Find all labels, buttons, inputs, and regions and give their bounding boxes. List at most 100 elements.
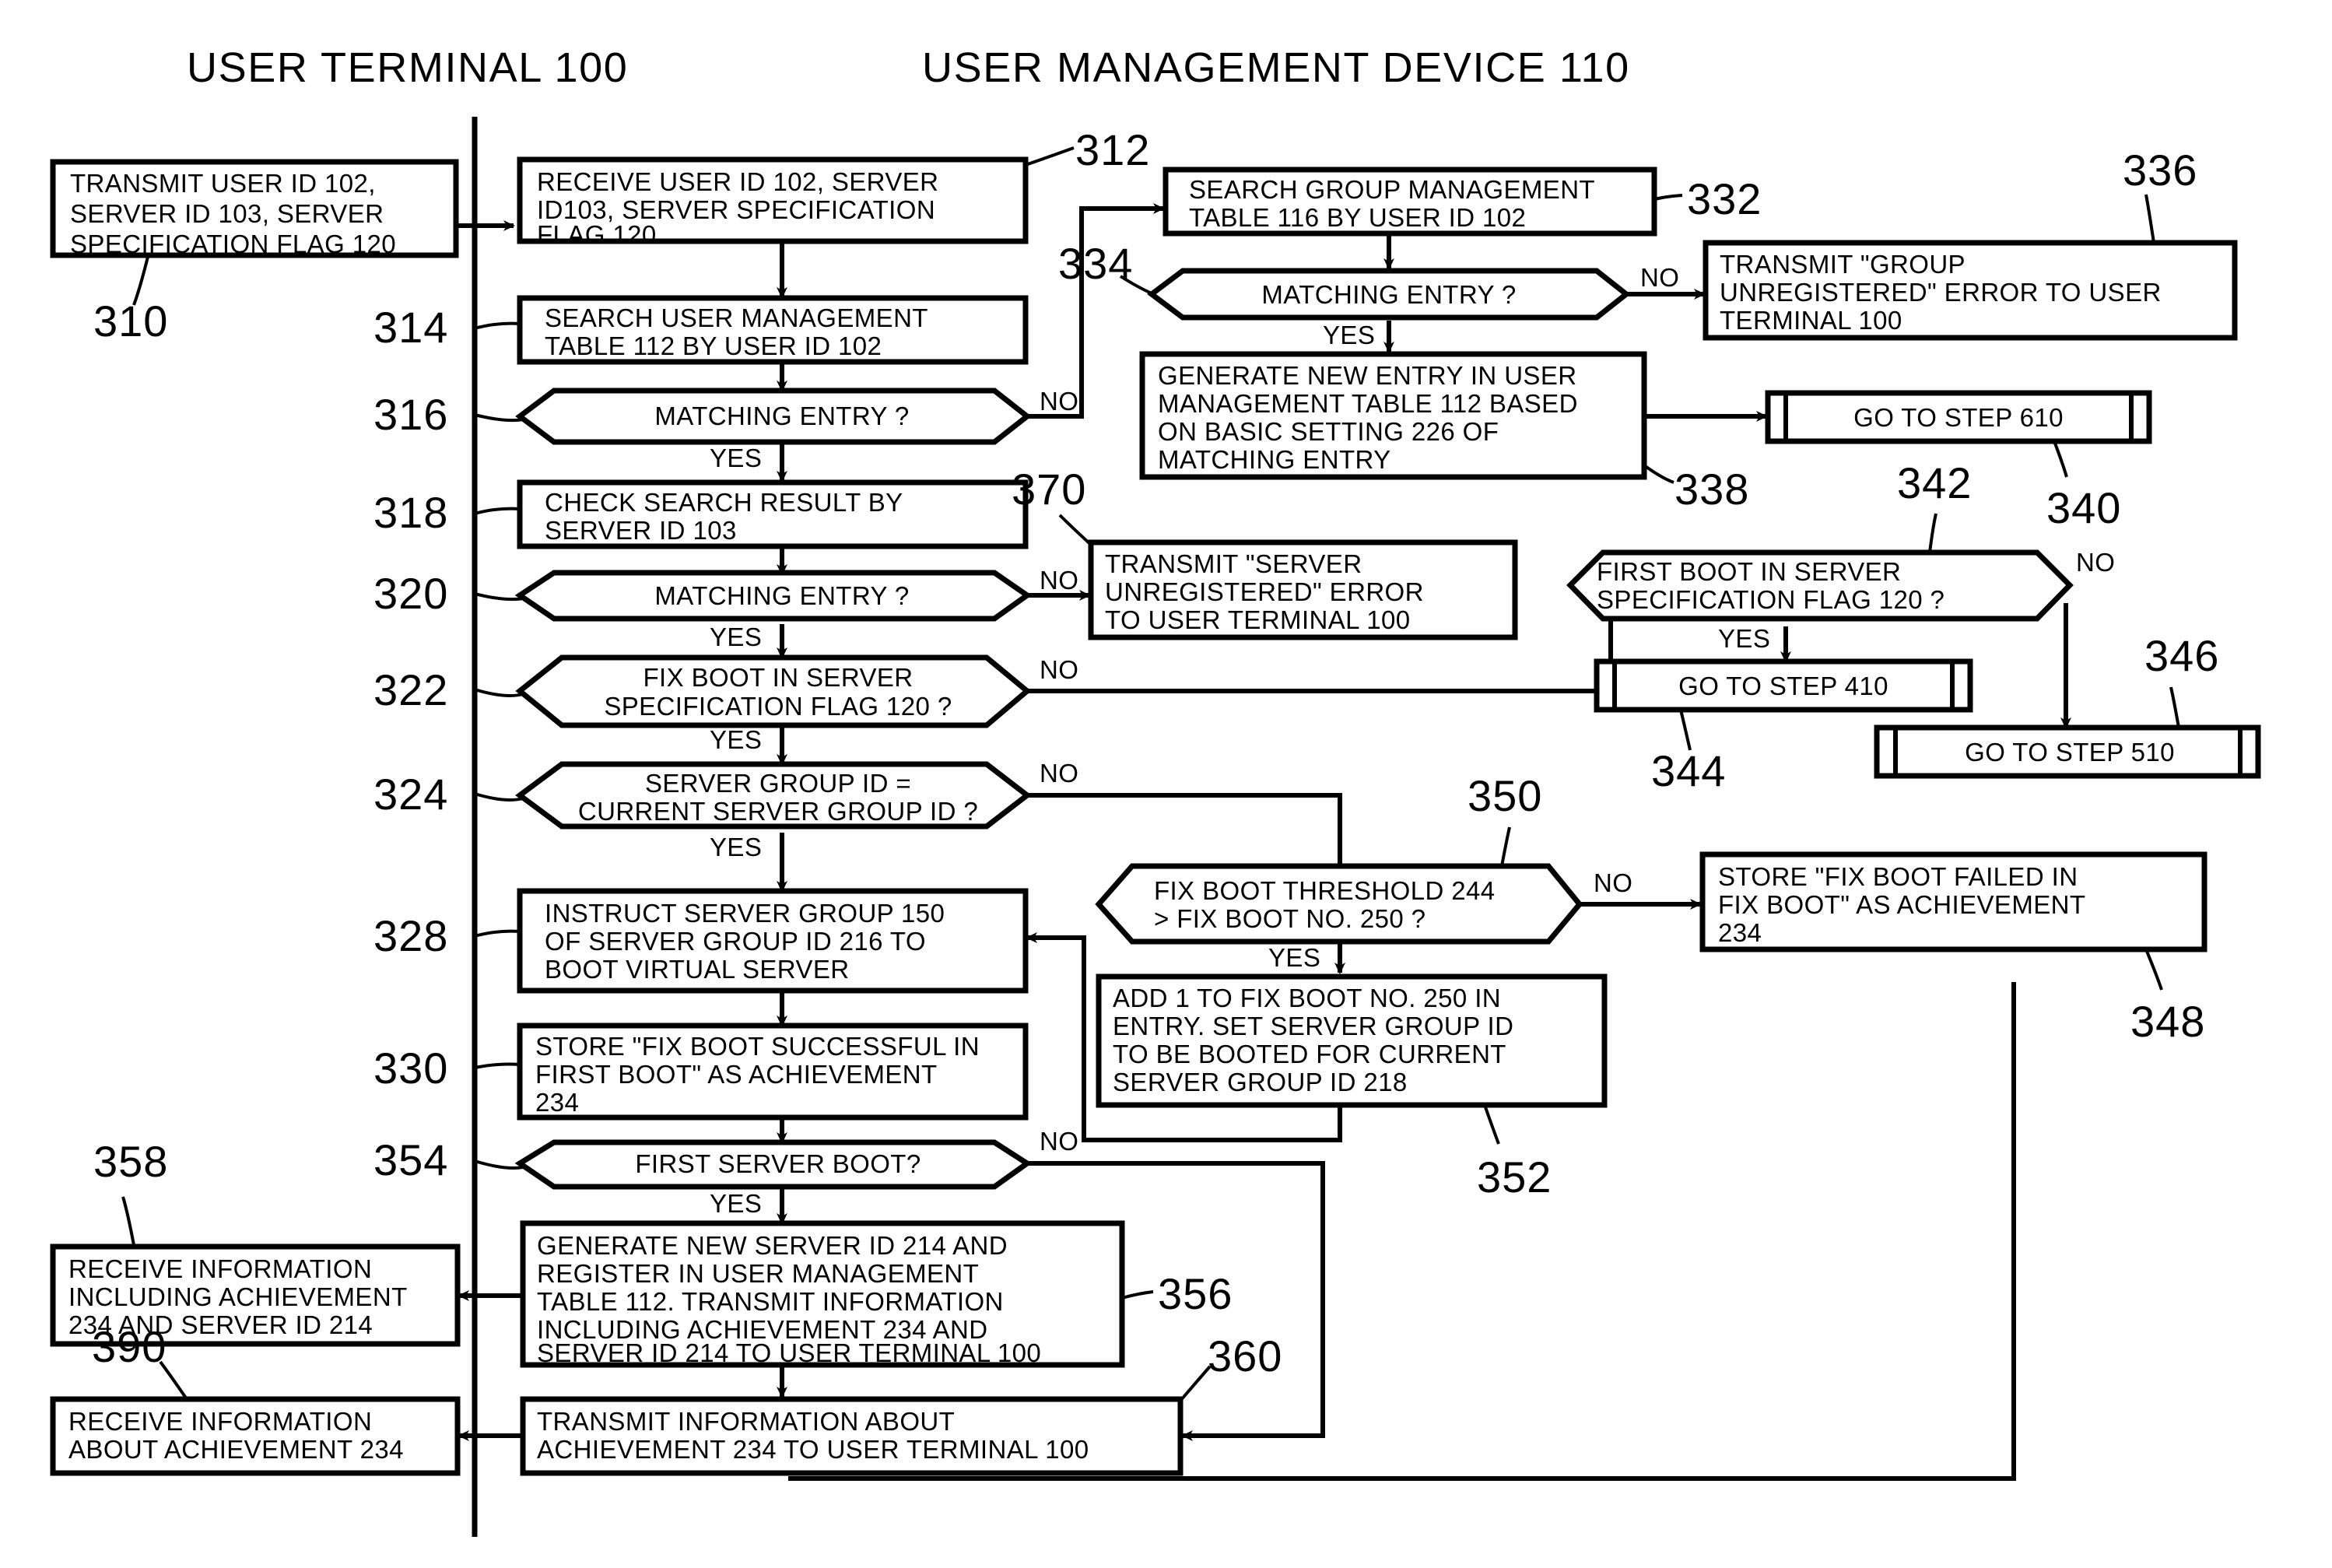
node-356-line-4: SERVER ID 214 TO USER TERMINAL 100	[537, 1338, 1041, 1367]
node-338-line-2: ON BASIC SETTING 226 OF	[1158, 417, 1499, 446]
node-370-line-2: TO USER TERMINAL 100	[1105, 605, 1411, 634]
leader-346	[2169, 686, 2180, 728]
node-342-line-1: SPECIFICATION FLAG 120 ?	[1597, 585, 1945, 614]
node-316-line-0: MATCHING ENTRY ?	[654, 402, 909, 430]
node-344-line-0: GO TO STEP 410	[1678, 672, 1888, 700]
node-356-line-2: TABLE 112. TRANSMIT INFORMATION	[537, 1287, 1004, 1316]
node-346-line-0: GO TO STEP 510	[1965, 738, 2175, 766]
ref-328: 328	[373, 911, 448, 960]
label-350-no: NO	[1594, 868, 1632, 897]
ref-316: 316	[373, 390, 448, 439]
ref-390: 390	[92, 1322, 167, 1371]
node-324-line-0: SERVER GROUP ID =	[645, 769, 911, 798]
header-user-terminal: USER TERMINAL 100	[187, 44, 628, 91]
node-318-line-0: CHECK SEARCH RESULT BY	[545, 488, 903, 517]
node-350-line-1: > FIX BOOT NO. 250 ?	[1154, 904, 1426, 933]
node-352-line-3: SERVER GROUP ID 218	[1113, 1068, 1408, 1096]
ref-318: 318	[373, 488, 448, 537]
leader-342	[1928, 513, 1937, 553]
leader-354	[474, 1159, 524, 1170]
node-330-line-0: STORE "FIX BOOT SUCCESSFUL IN	[535, 1032, 980, 1061]
leader-312	[1025, 146, 1075, 167]
node-328-line-1: OF SERVER GROUP ID 216 TO	[545, 927, 926, 956]
node-342-line-0: FIRST BOOT IN SERVER	[1597, 557, 1901, 586]
node-360-line-1: ACHIEVEMENT 234 TO USER TERMINAL 100	[537, 1435, 1089, 1464]
ref-320: 320	[373, 569, 448, 618]
node-338-line-1: MANAGEMENT TABLE 112 BASED	[1158, 389, 1578, 418]
node-338-line-0: GENERATE NEW ENTRY IN USER	[1158, 361, 1576, 390]
ref-338: 338	[1674, 465, 1749, 514]
ref-356: 356	[1158, 1269, 1233, 1318]
ref-340: 340	[2046, 483, 2121, 532]
leader-320	[474, 592, 524, 602]
label-354-yes: YES	[710, 1189, 762, 1218]
node-336-line-2: TERMINAL 100	[1720, 306, 1902, 335]
label-320-yes: YES	[710, 623, 762, 651]
leader-316	[474, 413, 524, 423]
node-350-line-0: FIX BOOT THRESHOLD 244	[1154, 876, 1496, 905]
leader-356	[1121, 1290, 1154, 1300]
ref-314: 314	[373, 303, 448, 352]
leader-370	[1058, 514, 1092, 546]
ref-350: 350	[1468, 771, 1542, 820]
node-358-line-0: RECEIVE INFORMATION	[68, 1254, 372, 1283]
node-336-line-0: TRANSMIT "GROUP	[1720, 250, 1966, 279]
ref-344: 344	[1651, 746, 1726, 795]
ref-330: 330	[373, 1044, 448, 1093]
ref-358: 358	[93, 1137, 168, 1186]
leader-318	[474, 507, 521, 515]
label-320-no: NO	[1040, 566, 1078, 595]
leader-338	[1643, 464, 1674, 484]
node-348-line-0: STORE "FIX BOOT FAILED IN	[1718, 862, 2078, 891]
node-352-line-0: ADD 1 TO FIX BOOT NO. 250 IN	[1113, 984, 1501, 1012]
label-316-yes: YES	[710, 444, 762, 472]
label-342-no: NO	[2076, 548, 2115, 577]
node-356-line-1: REGISTER IN USER MANAGEMENT	[537, 1259, 979, 1288]
label-342-yes: YES	[1718, 624, 1770, 653]
leader-360	[1179, 1365, 1212, 1402]
leader-352	[1483, 1104, 1500, 1145]
node-340-line-0: GO TO STEP 610	[1853, 403, 2064, 432]
label-350-yes: YES	[1268, 943, 1320, 972]
node-314-line-1: TABLE 112 BY USER ID 102	[545, 331, 882, 360]
ref-346: 346	[2144, 631, 2219, 680]
node-324-line-1: CURRENT SERVER GROUP ID ?	[578, 797, 978, 826]
node-370-line-0: TRANSMIT "SERVER	[1105, 549, 1362, 578]
leader-330	[474, 1062, 521, 1069]
ref-370: 370	[1012, 465, 1086, 514]
ref-354: 354	[373, 1135, 448, 1184]
label-324-no: NO	[1040, 759, 1078, 788]
patent-flowchart-figure: USER TERMINAL 100 USER MANAGEMENT DEVICE…	[0, 0, 2332, 1568]
ref-312: 312	[1075, 125, 1150, 174]
node-310-line-2: SPECIFICATION FLAG 120	[70, 230, 396, 258]
leader-332	[1653, 194, 1683, 201]
leader-314	[474, 321, 521, 330]
node-370-line-1: UNREGISTERED" ERROR	[1105, 577, 1424, 606]
node-348-line-1: FIX BOOT" AS ACHIEVEMENT	[1718, 890, 2085, 919]
leader-322	[474, 688, 524, 697]
leader-336	[2144, 194, 2155, 244]
node-330-line-1: FIRST BOOT" AS ACHIEVEMENT	[535, 1060, 938, 1089]
leader-340	[2053, 440, 2068, 478]
label-322-yes: YES	[710, 725, 762, 754]
node-328-line-0: INSTRUCT SERVER GROUP 150	[545, 899, 945, 928]
node-310-line-1: SERVER ID 103, SERVER	[70, 199, 384, 228]
node-312-line-0: RECEIVE USER ID 102, SERVER	[537, 167, 938, 196]
leader-348	[2144, 949, 2163, 991]
label-322-no: NO	[1040, 655, 1078, 684]
label-334-yes: YES	[1323, 321, 1375, 349]
node-320-line-0: MATCHING ENTRY ?	[654, 581, 909, 610]
node-356-line-0: GENERATE NEW SERVER ID 214 AND	[537, 1231, 1008, 1260]
label-334-no: NO	[1640, 263, 1679, 292]
ref-332: 332	[1687, 174, 1762, 223]
ref-322: 322	[373, 665, 448, 714]
node-310-line-0: TRANSMIT USER ID 102,	[70, 169, 376, 198]
node-332-line-0: SEARCH GROUP MANAGEMENT	[1189, 175, 1595, 204]
leader-358	[121, 1196, 135, 1246]
node-312-line-2: FLAG 120	[537, 220, 657, 249]
node-322-line-0: FIX BOOT IN SERVER	[643, 663, 913, 692]
node-318-line-1: SERVER ID 103	[545, 516, 737, 545]
leader-350	[1500, 826, 1511, 867]
node-352-line-1: ENTRY. SET SERVER GROUP ID	[1113, 1012, 1513, 1040]
ref-360: 360	[1208, 1331, 1282, 1380]
